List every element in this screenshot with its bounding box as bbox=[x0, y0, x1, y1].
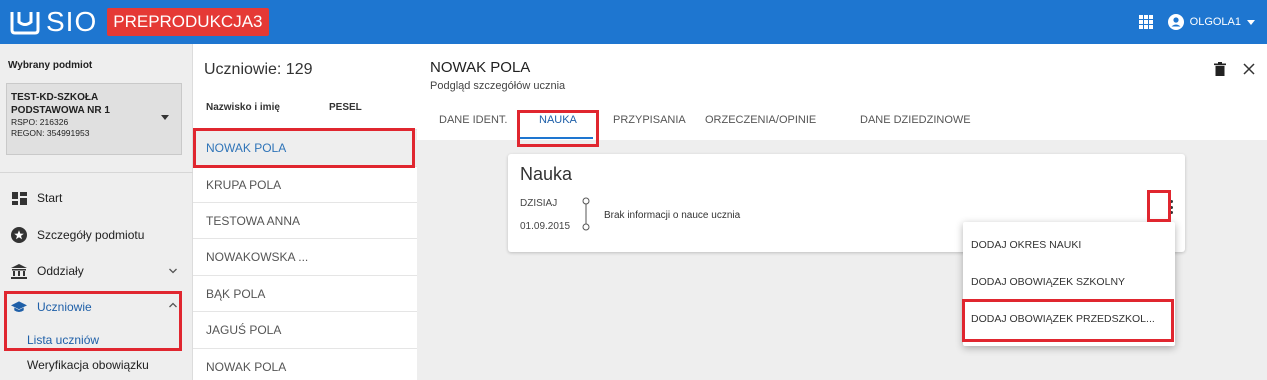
sidebar-item-entity-details[interactable]: Szczegóły podmiotu bbox=[0, 217, 193, 253]
student-row[interactable]: NOWAKOWSKA ... bbox=[193, 238, 417, 275]
student-name-title: NOWAK POLA bbox=[430, 59, 531, 76]
timeline-line bbox=[582, 197, 590, 231]
sidebar-item-label: Oddziały bbox=[37, 264, 84, 278]
sidebar-divider bbox=[0, 172, 193, 173]
grid-apps-icon[interactable] bbox=[1138, 15, 1153, 29]
environment-badge: PREPRODUKCJA3 bbox=[107, 8, 269, 36]
chevron-up-icon[interactable] bbox=[169, 301, 177, 309]
menu-item-add-learning-period[interactable]: DODAJ OKRES NAUKI bbox=[963, 228, 1175, 262]
more-vert-icon[interactable] bbox=[1169, 200, 1173, 214]
entity-selector[interactable]: TEST-KD-SZKOŁA PODSTAWOWA NR 1 RSPO: 216… bbox=[6, 83, 182, 155]
tab-rulings-opinions[interactable]: ORZECZENIA/OPINIE bbox=[705, 114, 816, 126]
student-row[interactable]: BĄK POLA bbox=[193, 275, 417, 312]
sidebar-item-label: Uczniowie bbox=[37, 300, 92, 314]
detail-subtitle: Podgląd szczegółów ucznia bbox=[430, 80, 566, 92]
close-icon[interactable] bbox=[1243, 63, 1255, 75]
entity-regon: REGON: 354991953 bbox=[11, 128, 90, 138]
timeline-empty-message: Brak informacji o nauce ucznia bbox=[604, 210, 741, 221]
tab-domain-data[interactable]: DANE DZIEDZINOWE bbox=[860, 114, 971, 126]
trash-icon[interactable] bbox=[1214, 62, 1226, 76]
student-row[interactable]: KRUPA POLA bbox=[193, 166, 417, 203]
sidebar-subitem-student-list[interactable]: Lista uczniów bbox=[27, 333, 99, 347]
user-area: OLGOLA1 bbox=[1138, 0, 1255, 44]
card-title: Nauka bbox=[520, 164, 573, 184]
star-badge-icon bbox=[11, 227, 27, 243]
timeline-date-label: 01.09.2015 bbox=[520, 221, 571, 232]
tab-learning[interactable]: NAUKA bbox=[539, 114, 577, 126]
student-detail-header: NOWAK POLA Podgląd szczegółów ucznia DAN… bbox=[417, 44, 1267, 140]
entity-name: TEST-KD-SZKOŁA PODSTAWOWA NR 1 bbox=[11, 92, 110, 116]
user-name[interactable]: OLGOLA1 bbox=[1190, 16, 1241, 28]
menu-item-add-preschool-obligation[interactable]: DODAJ OBOWIĄZEK PRZEDSZKOL... bbox=[963, 302, 1175, 336]
dashboard-icon bbox=[11, 190, 27, 206]
sidebar-item-students[interactable]: Uczniowie bbox=[0, 289, 193, 325]
sio-logo-icon bbox=[10, 12, 40, 35]
actions-menu: DODAJ OKRES NAUKI DODAJ OBOWIĄZEK SZKOLN… bbox=[963, 222, 1175, 346]
sidebar-item-label: Szczegóły podmiotu bbox=[37, 228, 145, 242]
student-row[interactable]: TESTOWA ANNA bbox=[193, 202, 417, 239]
chevron-down-icon[interactable] bbox=[1247, 19, 1255, 25]
sidebar-item-label: Start bbox=[37, 191, 63, 205]
active-tab-indicator bbox=[519, 137, 593, 139]
dropdown-caret-icon[interactable] bbox=[161, 115, 169, 120]
tab-assignments[interactable]: PRZYPISANIA bbox=[613, 114, 686, 126]
student-count-title: Uczniowie: 129 bbox=[204, 61, 313, 78]
timeline-now-label: DZISIAJ bbox=[520, 198, 558, 209]
account-circle-icon[interactable] bbox=[1167, 14, 1184, 30]
sidebar-item-departments[interactable]: Oddziały bbox=[0, 253, 193, 289]
tab-identification[interactable]: DANE IDENT. bbox=[439, 114, 507, 126]
top-app-bar: SIO PREPRODUKCJA3 OLGOLA1 bbox=[0, 0, 1267, 44]
student-row[interactable]: NOWAK POLA bbox=[193, 129, 417, 166]
column-header-name[interactable]: Nazwisko i imię bbox=[206, 102, 280, 113]
student-row[interactable]: NOWAK POLA bbox=[193, 348, 417, 380]
graduation-cap-icon bbox=[11, 299, 27, 315]
institution-icon bbox=[11, 263, 27, 279]
chevron-down-icon[interactable] bbox=[169, 267, 177, 275]
app-logo[interactable]: SIO bbox=[8, 6, 97, 38]
logo-text: SIO bbox=[46, 6, 98, 37]
sidebar: Wybrany podmiot TEST-KD-SZKOŁA PODSTAWOW… bbox=[0, 44, 193, 380]
student-list-panel: Uczniowie: 129 Nazwisko i imię PESEL NOW… bbox=[193, 44, 417, 380]
student-row[interactable]: JAGUŚ POLA bbox=[193, 311, 417, 348]
column-header-pesel[interactable]: PESEL bbox=[329, 102, 362, 113]
menu-item-add-school-obligation[interactable]: DODAJ OBOWIĄZEK SZKOLNY bbox=[963, 265, 1175, 299]
selected-entity-label: Wybrany podmiot bbox=[8, 60, 93, 71]
entity-rspo: RSPO: 216326 bbox=[11, 117, 69, 127]
sidebar-subitem-obligation-verification[interactable]: Weryfikacja obowiązku bbox=[27, 358, 149, 372]
sidebar-item-start[interactable]: Start bbox=[0, 180, 193, 216]
